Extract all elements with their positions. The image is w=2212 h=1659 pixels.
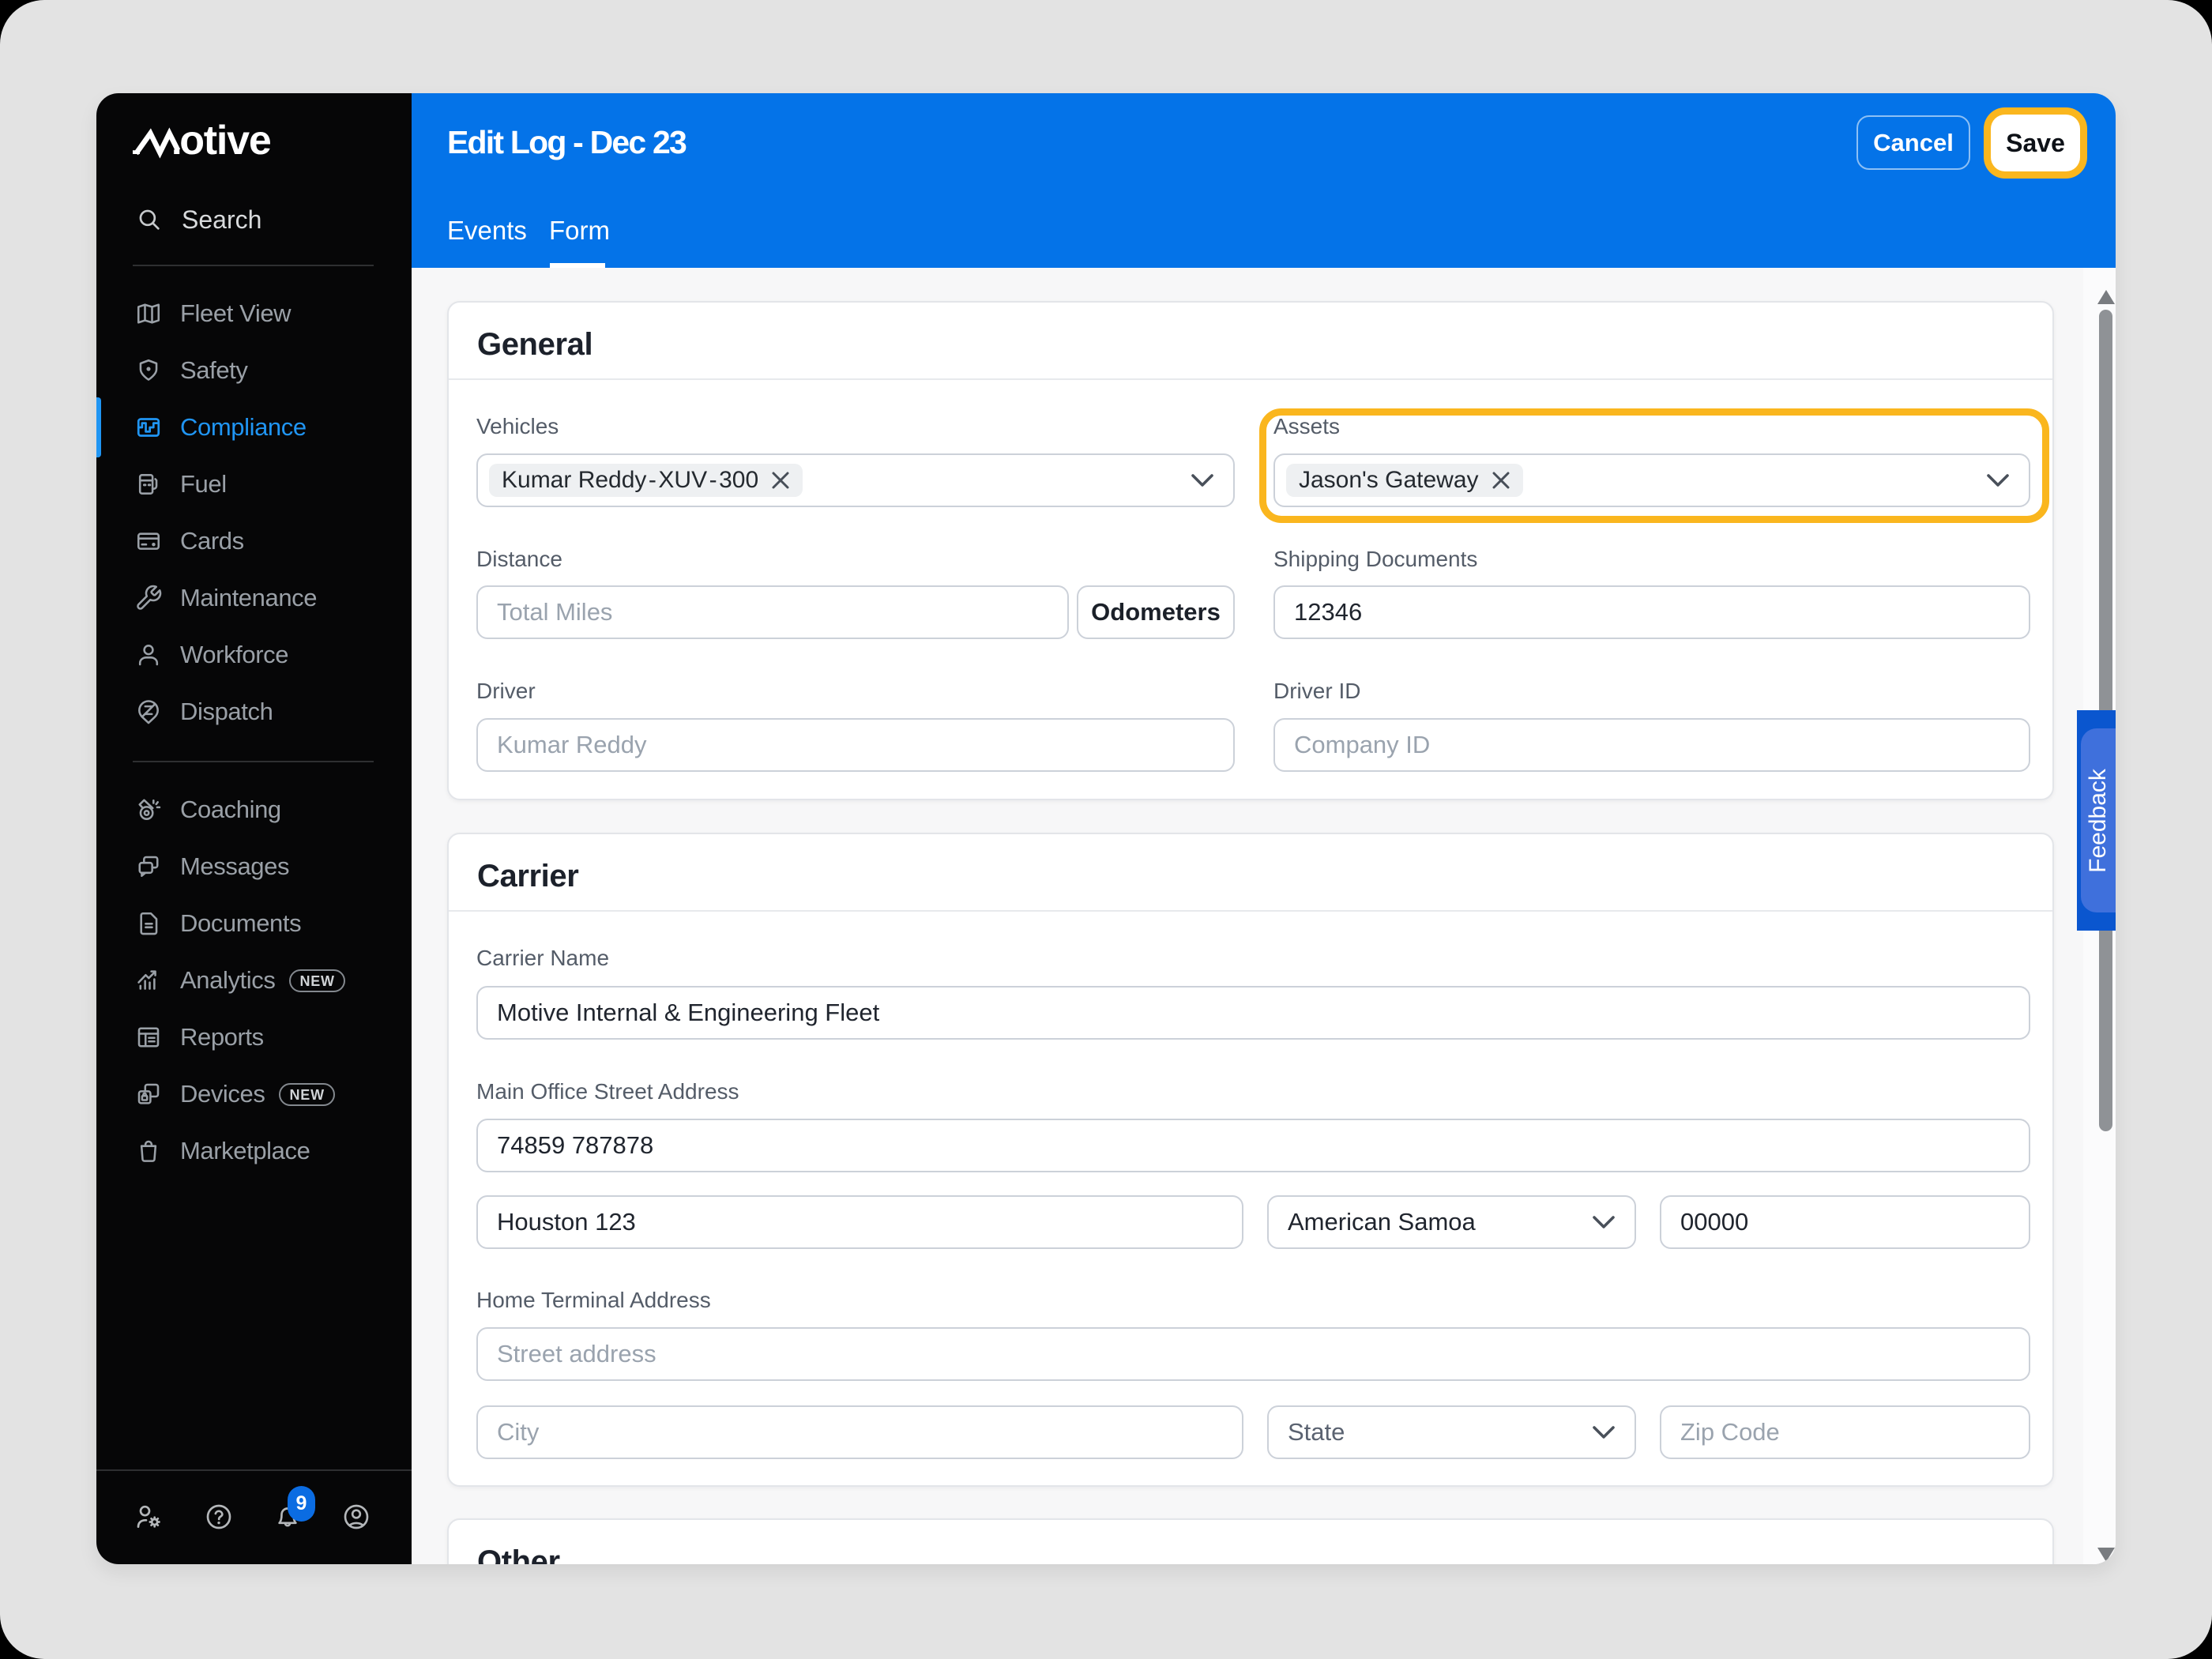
- svg-text:otive: otive: [179, 122, 271, 164]
